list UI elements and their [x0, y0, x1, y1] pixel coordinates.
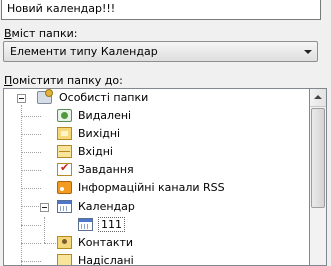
deleted-items-icon [57, 109, 72, 122]
scroll-up-button[interactable] [310, 89, 326, 107]
folder-content-label: Вміст папки: [4, 27, 78, 40]
calendar-icon [78, 218, 93, 231]
outbox-icon [57, 127, 72, 140]
tree-item-111[interactable]: 111 [4, 216, 304, 233]
rss-icon [57, 181, 72, 194]
tree-item-inbox[interactable]: Вхідні [4, 143, 304, 160]
contacts-icon [57, 236, 72, 249]
tree-scrollbar[interactable] [310, 88, 327, 266]
collapse-icon[interactable] [40, 203, 49, 212]
location-label: Помістити папку до: [4, 74, 123, 87]
tree-item-rss[interactable]: Інформаційні канали RSS [4, 179, 304, 196]
collapse-icon[interactable] [17, 94, 26, 103]
folder-name-input[interactable]: Новий календар!!! [1, 0, 321, 20]
calendar-icon [57, 200, 72, 213]
sent-items-icon [57, 254, 72, 265]
folder-content-value: Елементи типу Календар [10, 45, 158, 58]
tree-item-tasks[interactable]: Завдання [4, 161, 304, 178]
folder-tree[interactable]: Особисті папки Видалені Вихідні Вхідні З… [3, 88, 310, 266]
tasks-icon [57, 161, 72, 176]
tree-root-personal-folders[interactable]: Особисті папки [4, 89, 304, 106]
tree-item-outbox[interactable]: Вихідні [4, 125, 304, 142]
arrow-up-icon [314, 95, 322, 99]
inbox-icon [57, 145, 72, 158]
scroll-thumb[interactable] [311, 108, 325, 208]
chevron-down-icon [304, 50, 312, 54]
tree-item-calendar[interactable]: Календар [4, 198, 304, 215]
personal-folders-icon [37, 89, 53, 104]
tree-item-sent[interactable]: Надіслані [4, 252, 304, 265]
tree-item-deleted[interactable]: Видалені [4, 107, 304, 124]
tree-item-contacts[interactable]: Контакти [4, 234, 304, 251]
folder-content-dropdown[interactable]: Елементи типу Календар [3, 41, 318, 62]
